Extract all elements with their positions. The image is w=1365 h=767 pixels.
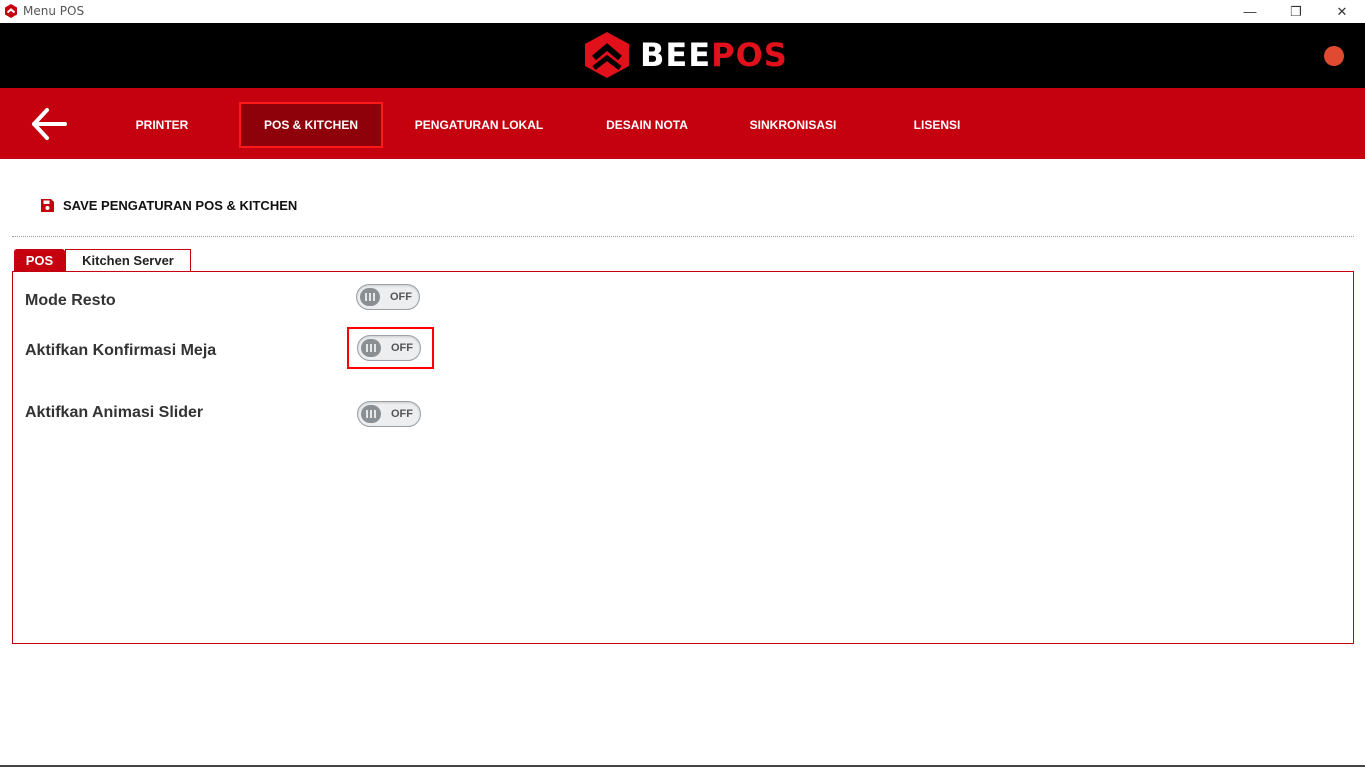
pos-settings-panel [12,271,1354,644]
section-divider [12,236,1354,237]
app-header: BEEPOS [0,23,1365,88]
toggle-knob [360,288,380,306]
setting-label-konfirmasi-meja: Aktifkan Konfirmasi Meja [25,342,217,359]
logo-word-bee: BEE [640,36,712,74]
setting-label-animasi-slider: Aktifkan Animasi Slider [25,404,204,421]
tab-kitchen-server[interactable]: Kitchen Server [65,249,191,271]
nav-tab-sinkronisasi[interactable]: SINKRONISASI [737,102,849,148]
window-titlebar: Menu POS — ❐ ✕ [0,0,1365,23]
arrow-left-icon[interactable] [30,106,68,142]
tab-pos[interactable]: POS [14,249,65,271]
save-settings-button[interactable]: SAVE PENGATURAN POS & KITCHEN [40,198,297,213]
highlight-box [347,327,434,369]
toggle-animasi-slider[interactable]: OFF [357,401,421,427]
toggle-state: OFF [391,408,413,420]
setting-label-mode-resto: Mode Resto [25,292,116,309]
nav-tab-printer[interactable]: PRINTER [112,102,212,148]
toggle-knob [361,405,381,423]
logo-wordmark: BEEPOS [640,36,788,74]
minimize-button[interactable]: — [1227,0,1273,23]
save-settings-label: SAVE PENGATURAN POS & KITCHEN [63,198,298,213]
window-title: Menu POS [23,4,85,18]
nav-tab-lisensi[interactable]: LISENSI [897,102,977,148]
close-button[interactable]: ✕ [1319,0,1365,23]
maximize-button[interactable]: ❐ [1273,0,1319,23]
beepos-logo-icon [585,32,629,78]
logo-word-pos: POS [711,36,788,74]
app-icon [5,4,17,18]
beepos-logo: BEEPOS [584,31,788,79]
nav-tab-desain-nota[interactable]: DESAIN NOTA [592,102,702,148]
toggle-state: OFF [390,291,412,303]
nav-tab-pos-kitchen[interactable]: POS & KITCHEN [239,102,383,148]
connection-status-dot [1324,46,1344,66]
floppy-disk-icon [41,199,54,212]
toggle-mode-resto[interactable]: OFF [356,284,420,310]
nav-tab-pengaturan-lokal[interactable]: PENGATURAN LOKAL [404,102,554,148]
settings-nav: PRINTER POS & KITCHEN PENGATURAN LOKAL D… [0,88,1365,159]
